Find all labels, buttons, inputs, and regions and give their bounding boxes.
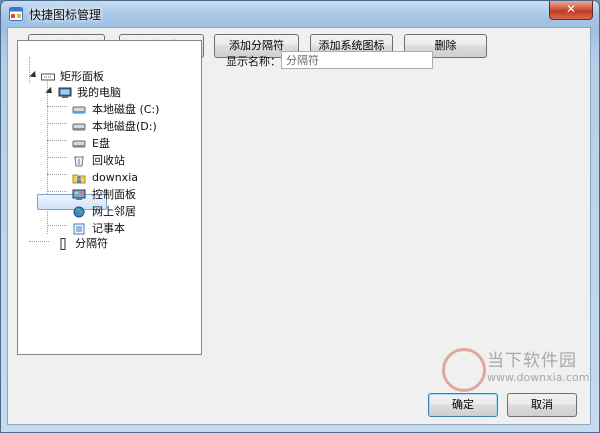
- tree-connector: [47, 174, 67, 175]
- tree-connector: [47, 106, 67, 107]
- tree-node-label: 回收站: [92, 154, 125, 167]
- tree-connector: [29, 241, 49, 242]
- separator-icon: [60, 238, 66, 250]
- cancel-button[interactable]: 取消: [507, 393, 577, 417]
- display-name-input[interactable]: [281, 51, 433, 69]
- network-icon: [73, 206, 85, 218]
- tree-connector: [47, 157, 67, 158]
- tree-node-label: 记事本: [92, 222, 125, 235]
- tree-node-label: 本地磁盘(D:): [92, 120, 157, 133]
- tree-node-label: 分隔符: [75, 237, 108, 250]
- display-name-label: 显示名称：: [226, 55, 281, 68]
- tree-connector: [47, 191, 67, 192]
- tree-node-label: downxia: [92, 171, 138, 184]
- drive-icon: [72, 123, 86, 131]
- title-bar[interactable]: 快捷图标管理 ✕: [1, 1, 599, 27]
- tree-node-label: 网上邻居: [92, 205, 136, 218]
- tree-node-label: 控制面板: [92, 188, 136, 201]
- tree-connector: [47, 74, 48, 234]
- drive-icon: [72, 106, 86, 114]
- watermark-url: www.downxia.com: [487, 371, 590, 384]
- tree-node-label: 矩形面板: [60, 70, 104, 83]
- ok-button[interactable]: 确定: [428, 393, 498, 417]
- notepad-icon: [73, 223, 85, 235]
- tree-connector: [47, 140, 67, 141]
- app-icon: [9, 7, 23, 21]
- close-button[interactable]: ✕: [549, 1, 593, 20]
- recycle-bin-icon: [74, 156, 84, 167]
- window-title: 快捷图标管理: [29, 8, 102, 22]
- control-panel-icon: [72, 189, 86, 200]
- tree-connector: [47, 225, 67, 226]
- folder-user-icon: [72, 174, 86, 184]
- drive-icon: [72, 140, 86, 148]
- watermark-text: 当下软件园: [487, 351, 577, 371]
- watermark-logo: [442, 348, 486, 392]
- close-icon: ✕: [565, 2, 577, 16]
- tree-node-label: 我的电脑: [77, 86, 121, 99]
- tree-node-label: 本地磁盘 (C:): [92, 103, 160, 116]
- tree-connector: [47, 123, 67, 124]
- tree-connector: [29, 57, 30, 83]
- panel-icon: [41, 73, 55, 81]
- tree-node-label: E盘: [92, 137, 110, 150]
- computer-icon: [58, 87, 72, 98]
